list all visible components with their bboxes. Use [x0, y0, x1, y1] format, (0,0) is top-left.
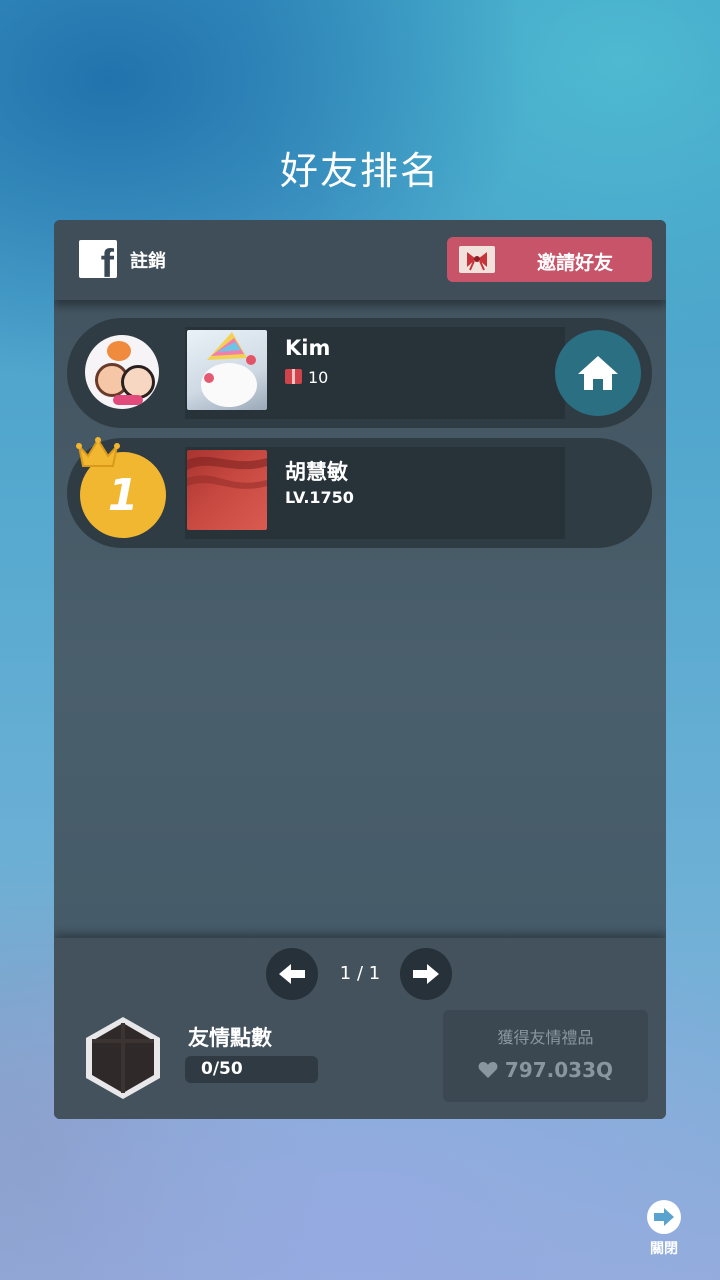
friend-points-bar: 0/50	[185, 1056, 318, 1083]
gift-icon	[459, 246, 495, 273]
claim-gift-button[interactable]: 獲得友情禮品 797.033Q	[443, 1010, 648, 1102]
gift-reward-value: 797.033Q	[443, 1058, 648, 1082]
friend-points-value: 0/50	[201, 1059, 243, 1079]
page-title: 好友排名	[279, 149, 440, 193]
prev-page-button[interactable]	[266, 948, 318, 1000]
friend-list: Kim 10 1 胡慧敏 LV.1750	[54, 300, 666, 938]
friend-ranking-panel: f 註銷 邀請好友 Kim 10 1 胡慧敏 LV.1750 1 / 1 友情點…	[54, 220, 666, 1119]
gift-box-icon	[78, 1013, 168, 1107]
friend-name: Kim	[285, 336, 331, 360]
invite-friends-button[interactable]: 邀請好友	[447, 237, 652, 282]
close-label: 關閉	[650, 1241, 678, 1257]
crown-icon	[75, 436, 121, 474]
heart-icon	[478, 1062, 498, 1078]
page-indicator: 1 / 1	[339, 963, 381, 984]
arrow-right-icon	[413, 964, 439, 984]
arrow-left-icon	[279, 964, 305, 984]
logout-button[interactable]: 註銷	[130, 247, 166, 273]
friend-name: 胡慧敏	[285, 460, 348, 484]
friend-level: LV.1750	[285, 488, 354, 507]
gift-reward-label: 獲得友情禮品	[497, 1028, 594, 1047]
invite-friends-label: 邀請好友	[536, 252, 613, 274]
next-page-button[interactable]	[400, 948, 452, 1000]
avatar	[187, 450, 267, 530]
avatar	[187, 330, 267, 410]
list-item[interactable]: Kim 10	[67, 318, 652, 428]
panel-header: f 註銷 邀請好友	[54, 220, 666, 300]
close-button[interactable]: 關閉	[643, 1200, 685, 1258]
facebook-icon[interactable]: f	[79, 240, 117, 278]
gift-count: 10	[285, 368, 328, 387]
arrow-right-circle-icon	[647, 1200, 681, 1234]
list-item[interactable]: 1 胡慧敏 LV.1750	[67, 436, 652, 548]
gift-icon	[285, 369, 302, 384]
home-icon	[578, 356, 618, 390]
panel-footer: 1 / 1 友情點數 0/50 獲得友情禮品 797.033Q	[54, 938, 666, 1119]
friend-points-label: 友情點數	[188, 1026, 272, 1050]
visit-home-button[interactable]	[555, 330, 641, 416]
avatar	[85, 335, 159, 409]
